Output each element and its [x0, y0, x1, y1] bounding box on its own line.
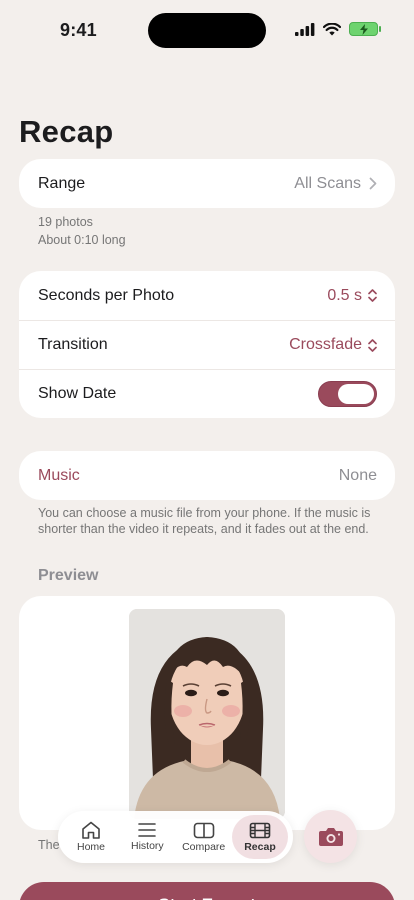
preview-photo — [129, 609, 285, 819]
status-time: 9:41 — [60, 20, 97, 40]
seconds-per-photo-picker[interactable]: 0.5 s — [327, 287, 377, 305]
transition-picker[interactable]: Crossfade — [289, 336, 377, 354]
music-row[interactable]: Music None — [19, 451, 395, 500]
tab-home-label: Home — [76, 841, 105, 853]
transition-value: Crossfade — [289, 336, 362, 353]
show-date-label: Show Date — [38, 385, 117, 402]
tab-recap[interactable]: Recap — [231, 815, 288, 859]
show-date-row: Show Date — [19, 369, 395, 418]
video-length: About 0:10 long — [38, 233, 126, 247]
film-icon — [249, 822, 271, 838]
settings-card: Seconds per Photo 0.5 s Transition Cross… — [19, 271, 395, 418]
status-icons — [295, 22, 381, 36]
page-title: Recap — [19, 114, 114, 149]
transition-row[interactable]: Transition Crossfade — [19, 320, 395, 369]
list-icon — [138, 823, 157, 837]
battery-icon — [349, 22, 381, 36]
up-down-chevron-icon — [368, 338, 377, 352]
seconds-per-photo-row[interactable]: Seconds per Photo 0.5 s — [19, 271, 395, 320]
range-info: 19 photos About 0:10 long — [38, 213, 126, 249]
house-icon — [82, 821, 100, 839]
camera-button[interactable] — [304, 810, 357, 863]
cellular-signal-icon — [295, 22, 315, 36]
preview-header: Preview — [38, 567, 99, 584]
portrait-image — [129, 609, 285, 819]
preview-card — [19, 596, 395, 830]
tab-home[interactable]: Home — [63, 815, 119, 859]
range-row[interactable]: Range All Scans — [19, 159, 395, 208]
tab-history-label: History — [130, 840, 164, 852]
music-label: Music — [38, 466, 80, 484]
seconds-per-photo-label: Seconds per Photo — [38, 286, 175, 304]
transition-label: Transition — [38, 336, 108, 353]
tab-recap-label: Recap — [244, 840, 276, 853]
range-value: All Scans — [294, 174, 361, 192]
tab-history[interactable]: History — [119, 815, 175, 859]
tab-compare-label: Compare — [182, 840, 226, 853]
tab-compare[interactable]: Compare — [176, 815, 232, 859]
camera-icon — [318, 828, 343, 846]
range-card: Range All Scans — [19, 159, 395, 208]
photo-count: 19 photos — [38, 215, 93, 229]
dynamic-island — [148, 13, 266, 48]
music-note: You can choose a music file from your ph… — [38, 506, 371, 536]
status-bar: 9:41 — [0, 0, 414, 60]
music-value: None — [338, 466, 377, 484]
compare-icon — [193, 822, 214, 838]
tab-bar: Home History Compare Recap — [58, 811, 293, 863]
start-export-button[interactable]: Start Export — [19, 882, 395, 900]
toggle-knob — [338, 383, 374, 404]
wifi-icon — [323, 22, 341, 35]
range-value-group: All Scans — [294, 175, 377, 193]
preview-note: The — [38, 838, 60, 852]
seconds-per-photo-value: 0.5 s — [327, 286, 362, 304]
up-down-chevron-icon — [368, 289, 377, 302]
show-date-toggle[interactable] — [318, 381, 377, 407]
range-label: Range — [38, 174, 86, 192]
chevron-right-icon — [369, 177, 377, 190]
music-card: Music None — [19, 451, 395, 500]
